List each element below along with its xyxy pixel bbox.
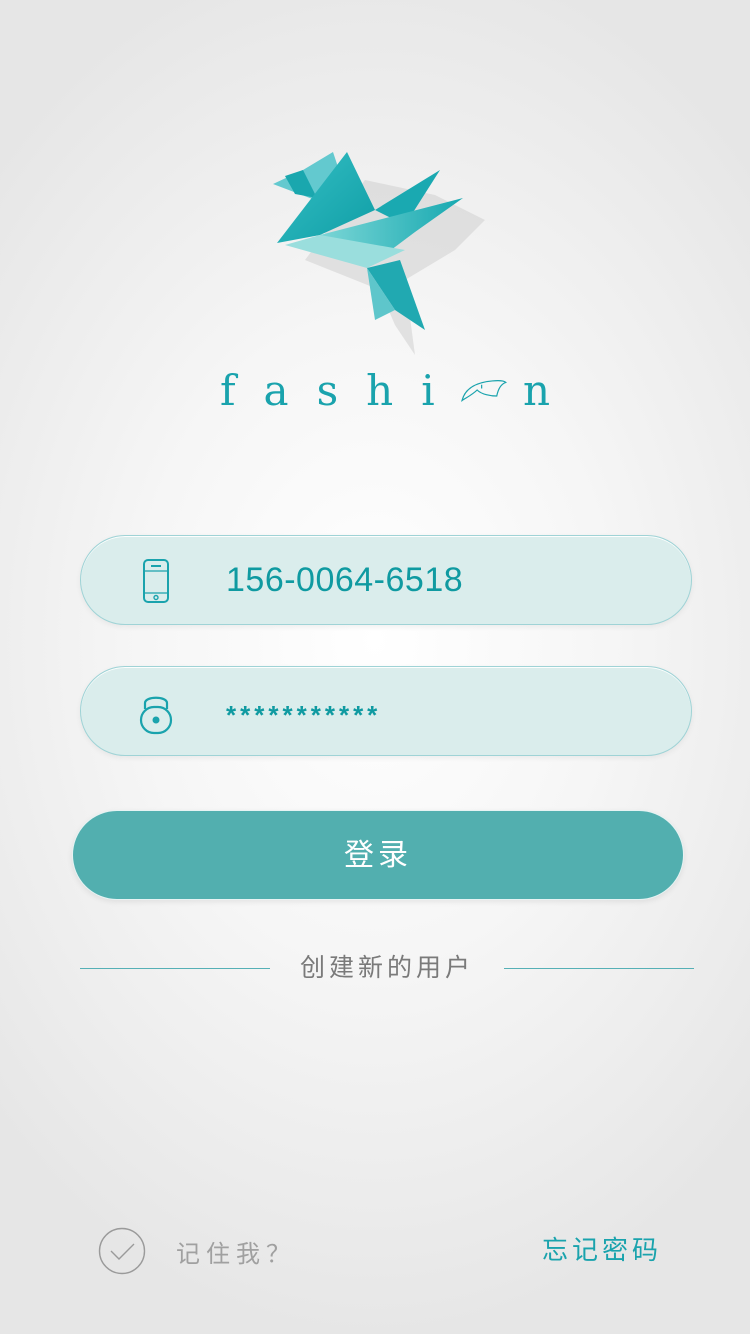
origami-bird-icon <box>273 152 485 355</box>
create-user-row: 创建新的用户 <box>80 945 694 991</box>
remember-me-label: 记住我？ <box>176 1239 296 1268</box>
remember-me-toggle[interactable]: 记住我？ <box>98 1226 296 1276</box>
phone-icon <box>143 559 169 603</box>
phone-field[interactable]: 156-0064-6518 <box>80 535 692 625</box>
forgot-password-link[interactable]: 忘记密码 <box>542 1230 662 1267</box>
brand-name-suffix: n <box>522 365 550 415</box>
brand-name-prefix: fashi <box>220 365 463 415</box>
brand-wordmark: fashi n <box>210 355 550 425</box>
login-button[interactable]: 登录 <box>72 810 684 900</box>
create-user-link[interactable]: 创建新的用户 <box>80 945 694 991</box>
password-field[interactable]: *********** <box>80 666 692 756</box>
check-circle-icon[interactable] <box>98 1227 146 1275</box>
password-input[interactable]: *********** <box>226 667 381 755</box>
phone-input[interactable]: 156-0064-6518 <box>226 536 463 624</box>
lock-icon <box>139 696 173 735</box>
bird-head-icon <box>460 380 507 402</box>
